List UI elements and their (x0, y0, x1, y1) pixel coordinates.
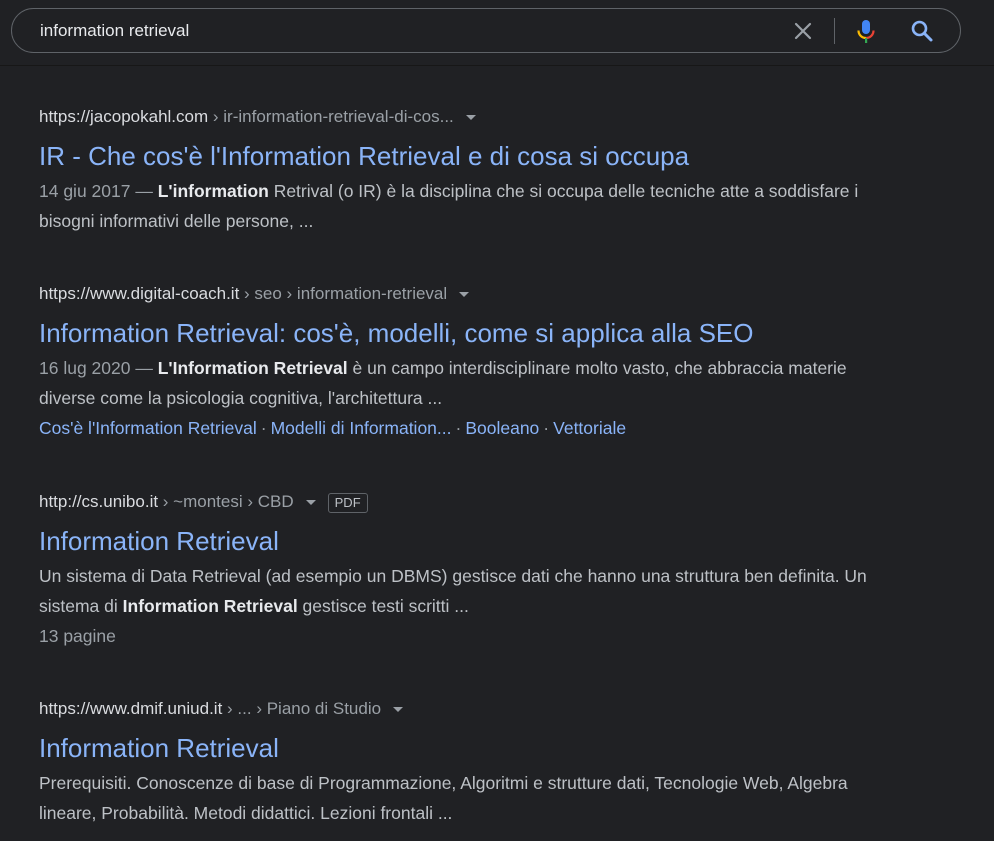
close-icon[interactable] (792, 20, 814, 42)
result-title-link[interactable]: IR - Che cos'è l'Information Retrieval e… (39, 140, 899, 172)
search-input[interactable]: information retrieval (40, 21, 189, 41)
result-url[interactable]: https://www.dmif.uniud.it › ... › Piano … (39, 698, 899, 720)
sitelink-separator: · (260, 418, 267, 438)
result-snippet: Un sistema di Data Retrieval (ad esempio… (39, 561, 899, 621)
result-url[interactable]: http://cs.unibo.it › ~montesi › CBD PDF (39, 491, 899, 513)
search-result: http://cs.unibo.it › ~montesi › CBD PDF I… (39, 491, 899, 651)
pdf-badge: PDF (327, 492, 368, 513)
result-title-link[interactable]: Information Retrieval (39, 732, 899, 764)
search-result: https://jacopokahl.com › ir-information-… (39, 106, 899, 236)
result-path: › ir-information-retrieval-di-cos... (208, 107, 454, 126)
search-icon[interactable] (909, 18, 935, 44)
result-path: › ~montesi › CBD (158, 492, 294, 511)
result-title-link[interactable]: Information Retrieval: cos'è, modelli, c… (39, 317, 899, 349)
sitelink-separator: · (543, 418, 550, 438)
search-result: https://www.digital-coach.it › seo › inf… (39, 283, 899, 443)
snippet-highlight: Information Retrieval (122, 596, 298, 616)
search-result: https://www.dmif.uniud.it › ... › Piano … (39, 698, 899, 828)
chevron-down-icon[interactable] (393, 707, 404, 713)
sitelink[interactable]: Modelli di Information... (271, 418, 452, 438)
snippet-part: L' (157, 358, 173, 378)
snippet-highlight: Information Retrieval (172, 358, 348, 378)
microphone-icon[interactable] (854, 18, 878, 44)
result-url[interactable]: https://jacopokahl.com › ir-information-… (39, 106, 899, 128)
chevron-down-icon[interactable] (465, 115, 476, 121)
chevron-down-icon[interactable] (459, 292, 470, 298)
result-url[interactable]: https://www.digital-coach.it › seo › inf… (39, 283, 899, 305)
chevron-down-icon[interactable] (305, 500, 316, 506)
search-header: information retrieval (0, 0, 994, 65)
result-date-separator: — (130, 181, 158, 201)
sitelink-separator: · (455, 418, 462, 438)
result-date: 16 lug 2020 (39, 358, 131, 378)
sitelink[interactable]: Vettoriale (553, 418, 626, 438)
result-host: https://www.digital-coach.it (39, 284, 240, 303)
result-snippet: 14 giu 2017 — L'information Retrival (o … (39, 176, 899, 236)
result-snippet: 16 lug 2020 — L'Information Retrieval è … (39, 353, 899, 413)
result-date: 14 giu 2017 (39, 181, 131, 201)
search-box-divider (834, 18, 835, 44)
result-title-link[interactable]: Information Retrieval (39, 525, 899, 557)
sitelink[interactable]: Booleano (465, 418, 539, 438)
result-host: https://jacopokahl.com (39, 107, 209, 126)
result-sitelinks: Cos'è l'Information Retrieval · Modelli di… (39, 413, 899, 443)
snippet-part: L' (157, 181, 173, 201)
result-path: › ... › Piano di Studio (222, 699, 382, 718)
result-page-count: 13 pagine (39, 626, 116, 646)
result-host: https://www.dmif.uniud.it (39, 699, 223, 718)
result-host: http://cs.unibo.it (39, 492, 159, 511)
snippet-part: gestisce testi scritti ... (297, 596, 469, 616)
search-box[interactable]: information retrieval (11, 8, 961, 53)
sitelink[interactable]: Cos'è l'Information Retrieval (39, 418, 257, 438)
snippet-part: Prerequisiti. Conoscenze di base di Prog… (39, 773, 848, 823)
result-path: › seo › information-retrieval (239, 284, 448, 303)
snippet-highlight: information (172, 181, 269, 201)
result-snippet: Prerequisiti. Conoscenze di base di Prog… (39, 768, 899, 828)
result-date-separator: — (130, 358, 158, 378)
